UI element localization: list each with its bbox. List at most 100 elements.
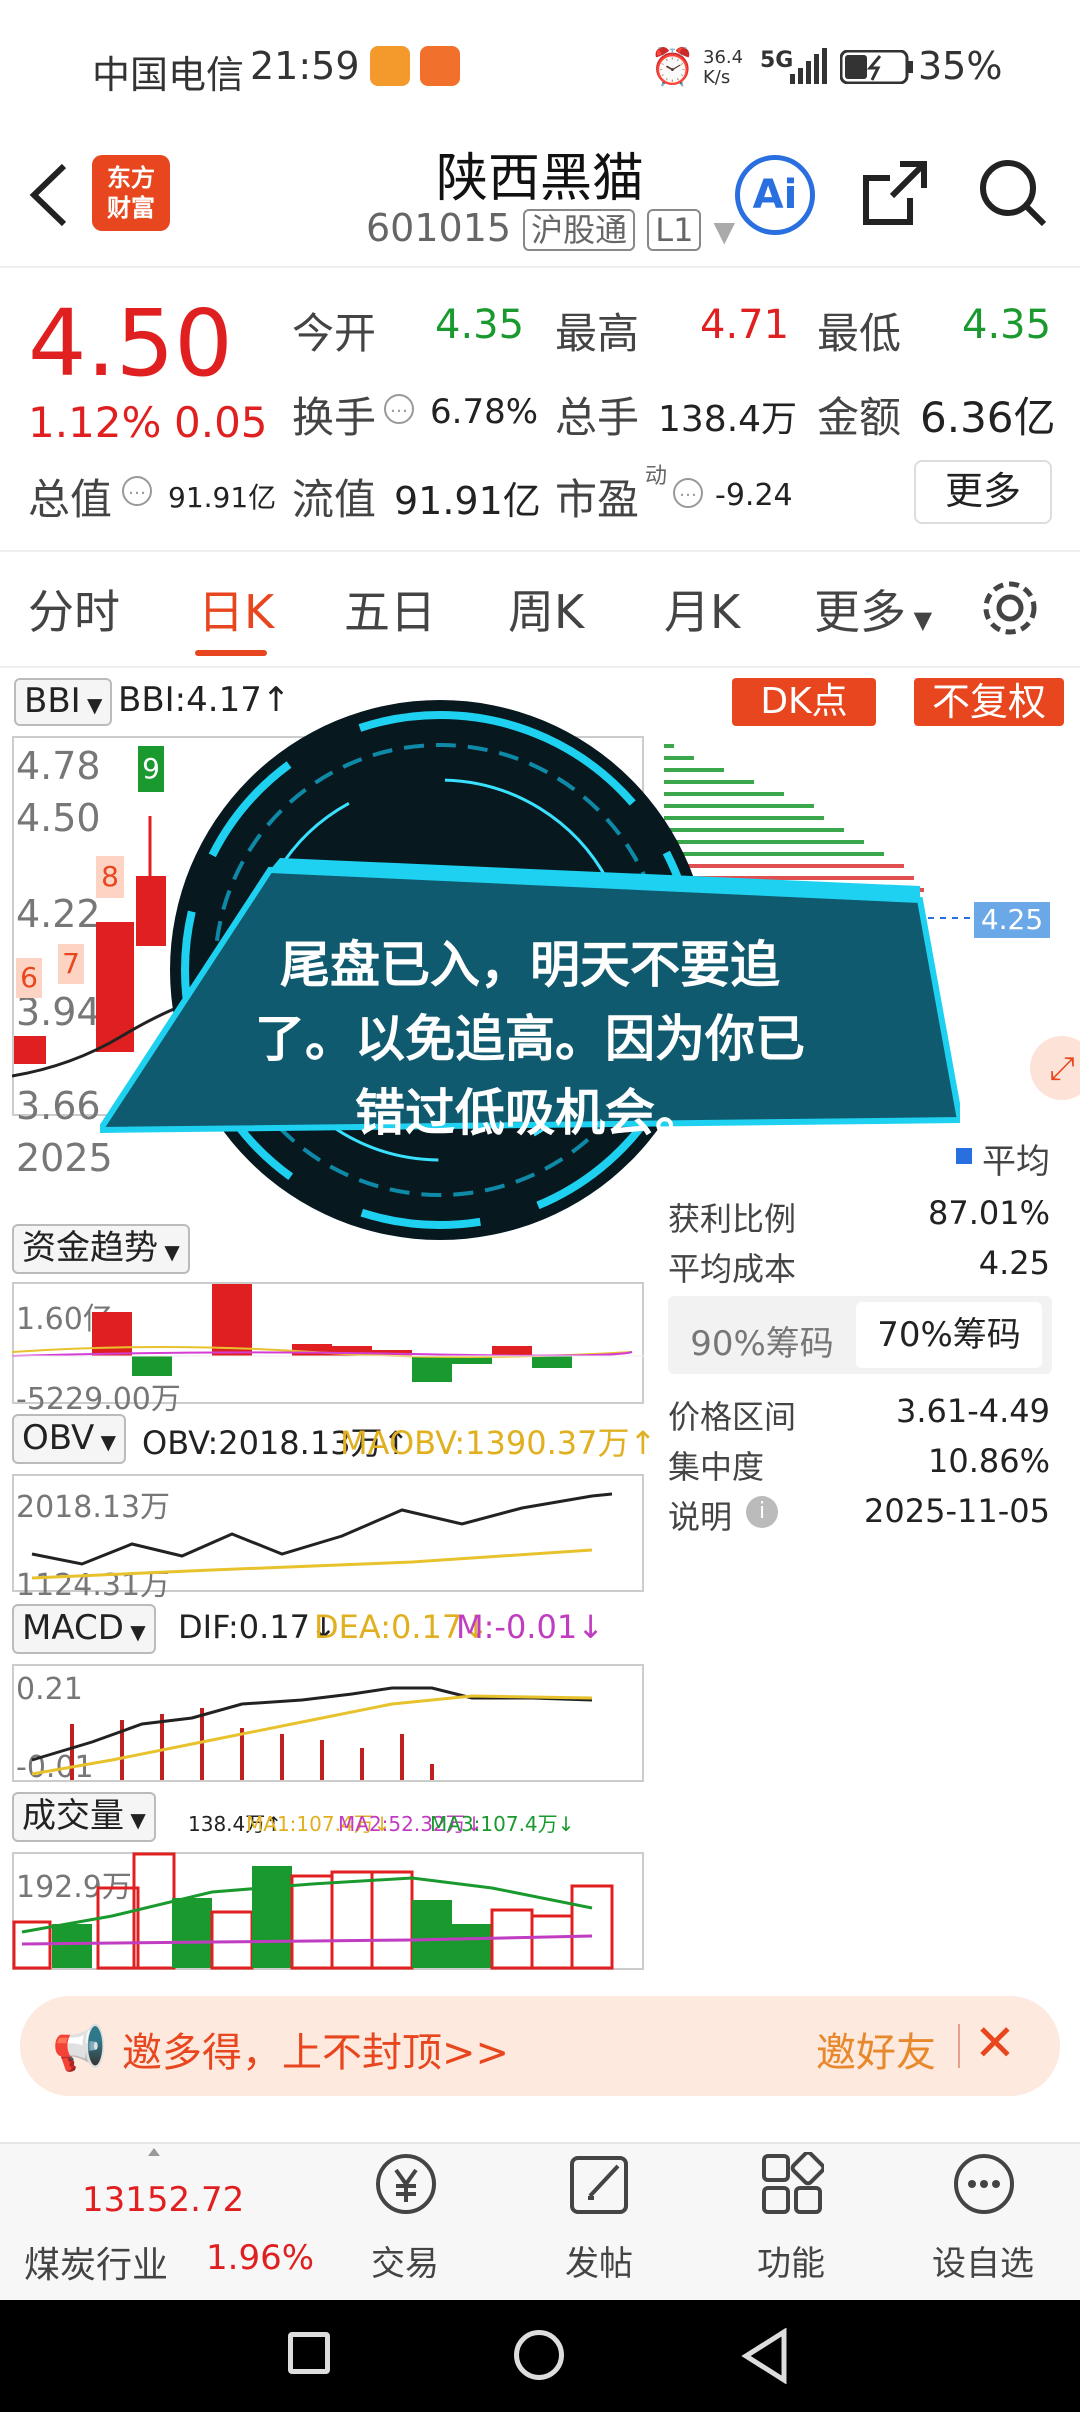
- tab-chip-90[interactable]: 90%筹码: [672, 1316, 852, 1365]
- pe-label: 市盈: [555, 475, 640, 524]
- obv-select[interactable]: OBV ▼: [12, 1414, 127, 1464]
- maobv-value: MAOBV:1390.37万↑: [340, 1424, 657, 1462]
- mcap-label: 总值: [28, 475, 113, 524]
- tab-weekly-k[interactable]: 周K: [508, 576, 584, 642]
- range-value: 3.61-4.49: [895, 1392, 1050, 1430]
- tab-more[interactable]: 更多 ▼: [814, 576, 932, 642]
- function-button[interactable]: 功能: [716, 2152, 866, 2292]
- ai-button[interactable]: Ai: [735, 155, 815, 235]
- avg-cost-label: 平均成本: [668, 1250, 797, 1288]
- trade-button[interactable]: 交易: [330, 2152, 480, 2292]
- amount-label: 金额: [817, 393, 902, 442]
- watchlist-label: 设自选: [932, 2244, 1034, 2284]
- high-label: 最高: [555, 309, 640, 358]
- net-speed: 36.4 K/s: [703, 47, 744, 88]
- sector-name[interactable]: 煤炭行业: [24, 2236, 168, 2288]
- yen-icon: [376, 2154, 436, 2214]
- pe-value: -9.24: [715, 478, 793, 513]
- open-value: 4.35: [435, 302, 525, 348]
- mcap-value: 91.91亿: [168, 481, 277, 514]
- more-dots-icon: [954, 2154, 1014, 2214]
- trade-label: 交易: [371, 2244, 439, 2284]
- turnover-value: 6.78%: [430, 392, 539, 432]
- overlay-line-2: 了。以免追高。因为你已: [255, 1010, 805, 1068]
- range-label: 价格区间: [668, 1398, 797, 1436]
- invite-link[interactable]: 邀好友: [816, 2020, 936, 2078]
- open-label: 今开: [292, 309, 377, 358]
- app-notification-icon: [370, 46, 410, 86]
- tab-daily-k[interactable]: 日K: [198, 576, 274, 642]
- overlay-line-3: 错过低吸机会。: [355, 1084, 705, 1142]
- amount-value: 6.36亿: [920, 393, 1056, 442]
- comment-overlay[interactable]: 尾盘已入，明天不要追 了。以免追高。因为你已 错过低吸机会。: [100, 690, 960, 1240]
- volume-value: 138.4万: [658, 399, 798, 440]
- volume-select[interactable]: 成交量 ▼: [12, 1792, 156, 1842]
- note-value: 2025-11-05: [864, 1492, 1050, 1530]
- tab-monthly-k[interactable]: 月K: [664, 576, 740, 642]
- change-amount: 0.05: [174, 398, 268, 447]
- indicator-select[interactable]: BBI ▼: [14, 678, 113, 726]
- note-label: 说明: [668, 1498, 733, 1536]
- turnover-label: 换手: [292, 393, 377, 442]
- overlay-line-1: 尾盘已入，明天不要追: [280, 936, 780, 994]
- chevron-down-icon: ▼: [713, 215, 736, 248]
- concentration-value: 10.86%: [927, 1442, 1050, 1480]
- tab-five-day[interactable]: 五日: [344, 576, 436, 642]
- current-price: 4.50: [28, 290, 233, 397]
- date-label: 2025: [16, 1136, 113, 1180]
- float-value: 91.91亿: [394, 479, 541, 523]
- legend-avg: 平均: [982, 1142, 1050, 1182]
- share-icon[interactable]: [860, 158, 930, 228]
- pe-superscript: 动: [645, 464, 668, 489]
- search-icon[interactable]: [978, 158, 1048, 228]
- chevron-up-icon: [148, 2148, 160, 2156]
- tab-chip-70[interactable]: 70%筹码: [856, 1302, 1042, 1368]
- macd-lines: [31, 1686, 593, 1780]
- stock-code: 601015: [366, 206, 512, 250]
- macd-select[interactable]: MACD ▼: [12, 1604, 156, 1654]
- function-label: 功能: [757, 2244, 825, 2284]
- carrier: 中国电信: [92, 53, 245, 97]
- info-icon[interactable]: …: [673, 478, 703, 508]
- change-pct: 1.12%: [28, 398, 162, 447]
- post-button[interactable]: 发帖: [524, 2152, 674, 2292]
- recent-apps-icon[interactable]: [288, 2332, 330, 2374]
- megaphone-icon: 📢: [52, 2023, 107, 2074]
- info-icon[interactable]: …: [122, 476, 152, 506]
- active-tab-indicator: [195, 650, 267, 656]
- banner-text: 邀多得，上不封顶>>: [122, 2030, 510, 2076]
- grid-icon: [762, 2152, 824, 2214]
- back-nav-icon[interactable]: [740, 2328, 790, 2384]
- stock-code-row[interactable]: 601015 沪股通 L1 ▼: [366, 205, 735, 251]
- high-value: 4.71: [700, 302, 790, 348]
- fund-bars: [12, 1284, 644, 1382]
- cost-tag: 4.25: [974, 902, 1050, 938]
- home-icon[interactable]: [514, 2330, 564, 2380]
- post-label: 发帖: [565, 2244, 633, 2284]
- divider: [958, 2024, 960, 2068]
- sector-pct: 1.96%: [206, 2238, 315, 2278]
- settings-icon[interactable]: [978, 576, 1042, 640]
- hsgt-tag: 沪股通: [523, 209, 636, 251]
- info-icon[interactable]: i: [746, 1496, 778, 1528]
- level-tag: L1: [647, 209, 702, 251]
- alarm-icon: ⏰: [650, 47, 695, 88]
- low-label: 最低: [817, 309, 902, 358]
- battery-level: 35%: [918, 44, 1003, 88]
- more-button[interactable]: 更多: [914, 460, 1052, 524]
- volume-label: 总手: [555, 393, 640, 442]
- signal-icon: [790, 48, 827, 84]
- clock: 21:59: [250, 44, 360, 88]
- obv-lines: [31, 1492, 613, 1580]
- sector-index[interactable]: 13152.72: [82, 2180, 244, 2220]
- avg-cost-value: 4.25: [978, 1244, 1050, 1282]
- vol-ma3: MA3:107.4万↓: [430, 1812, 575, 1836]
- float-label: 流值: [292, 475, 377, 524]
- close-icon[interactable]: ✕: [974, 2014, 1016, 2072]
- battery-icon: [840, 50, 913, 84]
- app-notification-icon-2: [420, 46, 460, 86]
- add-watchlist-button[interactable]: 设自选: [908, 2152, 1058, 2292]
- info-icon[interactable]: …: [384, 394, 414, 424]
- status-bar: 中国电信 21:59 ⏰ 36.4 K/s 5G 35%: [0, 0, 1080, 136]
- tab-intraday[interactable]: 分时: [28, 576, 120, 642]
